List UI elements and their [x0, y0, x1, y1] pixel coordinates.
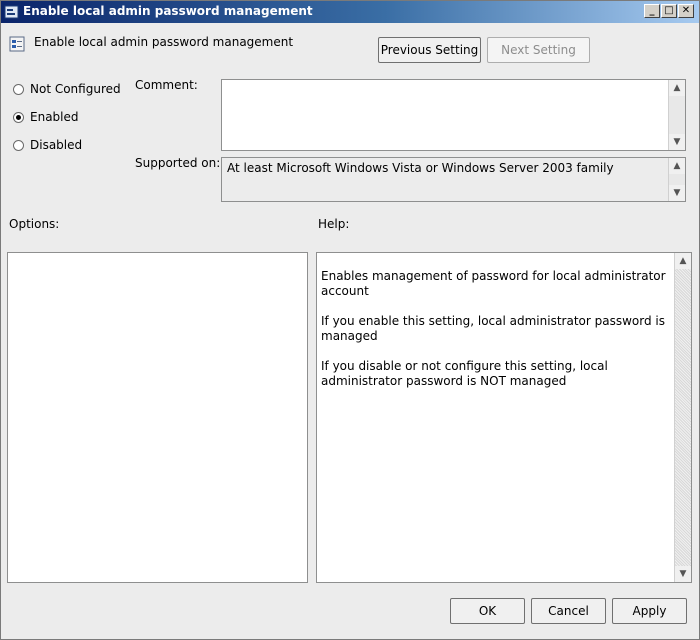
scroll-up-icon[interactable]: ▲ — [675, 253, 691, 269]
comment-scrollbar[interactable]: ▲ ▼ — [668, 80, 685, 150]
scroll-up-icon[interactable]: ▲ — [669, 158, 685, 174]
help-text: Enables management of password for local… — [321, 269, 671, 404]
policy-setting-icon — [9, 36, 25, 52]
radio-label: Not Configured — [30, 82, 121, 96]
help-scrollbar[interactable]: ▲ ▼ — [674, 253, 691, 582]
help-label: Help: — [318, 217, 350, 231]
minimize-icon: _ — [649, 5, 655, 16]
radio-circle[interactable] — [13, 84, 24, 95]
supported-on-label: Supported on: — [135, 156, 221, 170]
policy-dialog: Enable local admin password management _… — [0, 0, 700, 640]
options-pane — [7, 252, 308, 583]
comment-label: Comment: — [135, 78, 198, 92]
previous-setting-button[interactable]: Previous Setting — [378, 37, 481, 63]
options-label: Options: — [9, 217, 60, 231]
scroll-up-icon[interactable]: ▲ — [669, 80, 685, 96]
apply-button[interactable]: Apply — [612, 598, 687, 624]
cancel-button[interactable]: Cancel — [531, 598, 606, 624]
supported-on-value: At least Microsoft Windows Vista or Wind… — [227, 161, 614, 175]
maximize-icon: □ — [664, 5, 674, 16]
radio-circle[interactable] — [13, 112, 24, 123]
maximize-button[interactable]: □ — [661, 4, 677, 18]
radio-label: Disabled — [30, 138, 83, 152]
policy-name: Enable local admin password management — [34, 35, 294, 49]
window-title: Enable local admin password management — [23, 4, 313, 18]
help-pane: Enables management of password for local… — [316, 252, 692, 583]
scroll-down-icon[interactable]: ▼ — [669, 185, 685, 201]
help-paragraph: If you enable this setting, local admini… — [321, 314, 665, 343]
ok-button[interactable]: OK — [450, 598, 525, 624]
radio-circle[interactable] — [13, 140, 24, 151]
scroll-down-icon[interactable]: ▼ — [675, 566, 691, 582]
scroll-down-icon[interactable]: ▼ — [669, 134, 685, 150]
supported-scrollbar[interactable]: ▲ ▼ — [668, 158, 685, 201]
policy-window-icon — [4, 5, 19, 19]
radio-label: Enabled — [30, 110, 79, 124]
next-setting-button[interactable]: Next Setting — [487, 37, 590, 63]
comment-textarea[interactable]: ▲ ▼ — [221, 79, 686, 151]
minimize-button[interactable]: _ — [644, 4, 660, 18]
supported-on-field: At least Microsoft Windows Vista or Wind… — [221, 157, 686, 202]
help-paragraph: Enables management of password for local… — [321, 269, 666, 298]
close-button[interactable]: ✕ — [678, 4, 694, 18]
title-bar[interactable]: Enable local admin password management _… — [1, 1, 699, 23]
help-paragraph: If you disable or not configure this set… — [321, 359, 608, 388]
close-icon: ✕ — [681, 5, 691, 16]
